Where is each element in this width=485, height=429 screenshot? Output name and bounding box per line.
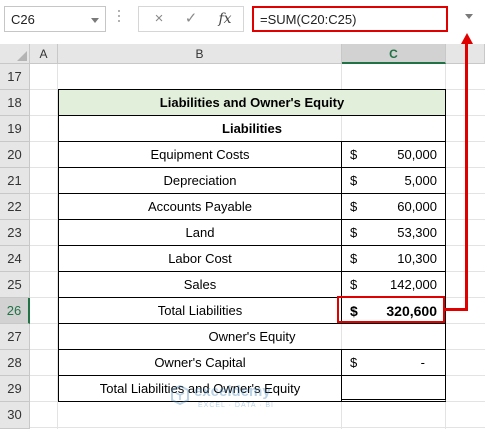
item-amount: 60,000 bbox=[397, 199, 437, 214]
owners-capital-amount: - bbox=[420, 355, 425, 370]
row-header-23[interactable]: 23 bbox=[0, 220, 30, 246]
item-amount: 142,000 bbox=[390, 277, 437, 292]
item-label[interactable]: Accounts Payable bbox=[58, 193, 342, 220]
formula-bar: C26 × ✓ fx =SUM(C20:C25) bbox=[0, 0, 485, 40]
owners-capital-cell[interactable]: $ - bbox=[341, 349, 446, 376]
item-label[interactable]: Labor Cost bbox=[58, 245, 342, 272]
column-header-c[interactable]: C bbox=[342, 44, 446, 64]
row-header-24[interactable]: 24 bbox=[0, 246, 30, 272]
item-amount: 10,300 bbox=[397, 251, 437, 266]
watermark-tagline: EXCEL · DATA · BI bbox=[198, 402, 274, 409]
row-header-22[interactable]: 22 bbox=[0, 194, 30, 220]
total-liabilities-cell[interactable]: $ 320,600 bbox=[341, 297, 446, 324]
row-header-27[interactable]: 27 bbox=[0, 324, 30, 350]
name-box[interactable]: C26 bbox=[4, 6, 106, 32]
row-header-19[interactable]: 19 bbox=[0, 116, 30, 142]
item-label[interactable]: Sales bbox=[58, 271, 342, 298]
item-amount-cell[interactable]: $ 50,000 bbox=[341, 141, 446, 168]
formula-buttons: × ✓ fx bbox=[138, 6, 244, 32]
name-box-dropdown-icon[interactable] bbox=[91, 18, 99, 23]
total-liabilities-amount: 320,600 bbox=[386, 303, 437, 319]
row-header-26[interactable]: 26 bbox=[0, 298, 30, 324]
cancel-icon[interactable]: × bbox=[149, 10, 169, 28]
row-header-18[interactable]: 18 bbox=[0, 90, 30, 116]
item-amount-cell[interactable]: $ 60,000 bbox=[341, 193, 446, 220]
row-header-17[interactable]: 17 bbox=[0, 64, 30, 90]
item-amount-cell[interactable]: $ 53,300 bbox=[341, 219, 446, 246]
watermark-name: exceldemy bbox=[194, 383, 271, 400]
liabilities-header[interactable]: Liabilities bbox=[58, 115, 446, 142]
item-amount: 50,000 bbox=[397, 147, 437, 162]
enter-icon[interactable]: ✓ bbox=[181, 10, 201, 28]
item-amount-cell[interactable]: $ 142,000 bbox=[341, 271, 446, 298]
row-header-28[interactable]: 28 bbox=[0, 350, 30, 376]
drag-handle-icon[interactable] bbox=[118, 10, 121, 26]
arrow-up-icon bbox=[461, 33, 473, 44]
currency-symbol: $ bbox=[350, 277, 358, 292]
name-box-value: C26 bbox=[11, 12, 35, 27]
item-label[interactable]: Land bbox=[58, 219, 342, 246]
currency-symbol: $ bbox=[350, 303, 358, 319]
formula-input[interactable]: =SUM(C20:C25) bbox=[252, 6, 448, 32]
insert-function-icon[interactable]: fx bbox=[215, 10, 235, 28]
row-header-30[interactable]: 30 bbox=[0, 402, 30, 429]
expand-formula-bar-icon[interactable] bbox=[465, 14, 473, 19]
row-header-25[interactable]: 25 bbox=[0, 272, 30, 298]
table-title[interactable]: Liabilities and Owner's Equity bbox=[58, 89, 446, 116]
row-header-20[interactable]: 20 bbox=[0, 142, 30, 168]
item-label[interactable]: Equipment Costs bbox=[58, 141, 342, 168]
exceldemy-logo-icon bbox=[171, 385, 189, 405]
row-header-21[interactable]: 21 bbox=[0, 168, 30, 194]
currency-symbol: $ bbox=[350, 199, 358, 214]
formula-text: =SUM(C20:C25) bbox=[260, 12, 357, 27]
item-amount: 5,000 bbox=[404, 173, 437, 188]
total-liabilities-label[interactable]: Total Liabilities bbox=[58, 297, 342, 324]
item-label[interactable]: Depreciation bbox=[58, 167, 342, 194]
currency-symbol: $ bbox=[350, 225, 358, 240]
currency-symbol: $ bbox=[350, 251, 358, 266]
arrow-line bbox=[465, 42, 468, 311]
owners-capital-label[interactable]: Owner's Capital bbox=[58, 349, 342, 376]
currency-symbol: $ bbox=[350, 173, 358, 188]
owners-equity-header[interactable]: Owner's Equity bbox=[58, 323, 446, 350]
grand-total-cell[interactable] bbox=[341, 375, 446, 402]
currency-symbol: $ bbox=[350, 355, 358, 370]
column-header-a[interactable]: A bbox=[30, 44, 58, 64]
column-header-b[interactable]: B bbox=[58, 44, 342, 64]
row-header-29[interactable]: 29 bbox=[0, 376, 30, 402]
item-amount-cell[interactable]: $ 5,000 bbox=[341, 167, 446, 194]
item-amount-cell[interactable]: $ 10,300 bbox=[341, 245, 446, 272]
currency-symbol: $ bbox=[350, 147, 358, 162]
item-amount: 53,300 bbox=[397, 225, 437, 240]
watermark: exceldemy EXCEL · DATA · BI bbox=[170, 381, 320, 415]
select-all-icon bbox=[17, 51, 27, 61]
select-all-button[interactable] bbox=[0, 44, 30, 64]
